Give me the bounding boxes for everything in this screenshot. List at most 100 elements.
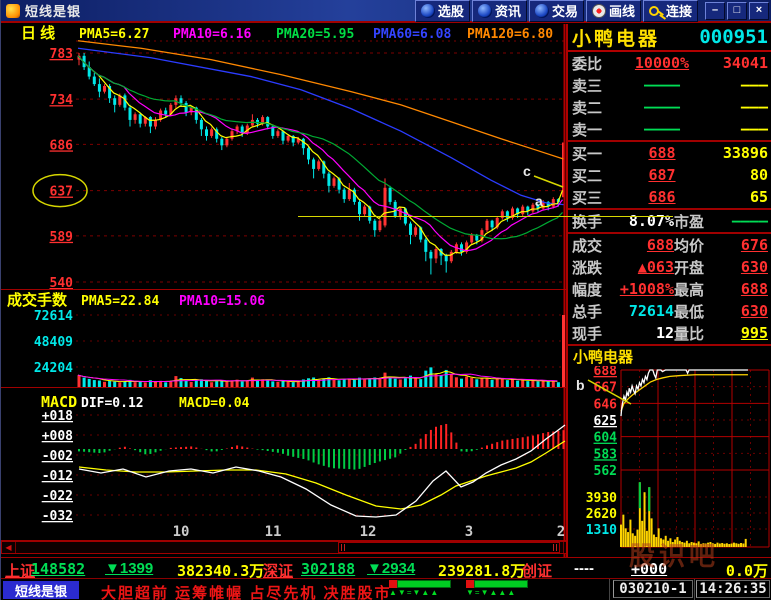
quote-rows: 委比10000%34041卖三———————卖二———————卖一———————… [568, 52, 771, 346]
quote-value-2: ———— [722, 212, 768, 230]
dif-line [79, 425, 565, 517]
thumb-grip [553, 544, 557, 551]
intraday-avg-line [621, 375, 748, 412]
menu-item-label: 选股 [438, 1, 464, 20]
thumb-grip [341, 544, 345, 551]
menu-item-label: 资讯 [495, 1, 521, 20]
quote-row-现手: 现手12量比995 [568, 322, 771, 344]
quote-row-涨跌: 涨跌▲063开盘630 [568, 256, 771, 278]
volume-pane-title: 成交手数 [7, 291, 68, 309]
maximize-button[interactable]: □ [727, 2, 747, 20]
quote-label: 买三 [572, 187, 618, 208]
quote-label: 卖二 [572, 97, 618, 118]
menu-item-1[interactable]: 资讯 [472, 0, 527, 22]
app-icon [6, 4, 20, 18]
scrollbar-thumb[interactable] [338, 542, 560, 553]
xaxis-month-label: 12 [360, 524, 377, 540]
menu-item-label: 连接 [666, 1, 692, 20]
vol-ma10-legend: PMA10=15.06 [179, 294, 265, 309]
ma-line-PMA10 [78, 56, 563, 251]
ma-legend-4: PMA120=6.80 [467, 27, 553, 42]
ma-legend-2: PMA20=5.95 [276, 27, 354, 42]
intraday-price-label: 562 [594, 464, 617, 479]
quote-value-2: 80 [706, 166, 768, 184]
globe-icon [421, 4, 435, 18]
minimize-button[interactable]: – [705, 2, 725, 20]
quote-row-卖三: 卖三——————— [568, 74, 771, 96]
macd-ylabel: -022 [42, 489, 73, 504]
quote-label: 现手 [572, 323, 618, 344]
date-indicator: 030210-1 [613, 580, 693, 598]
quote-value: 8.07% [618, 212, 674, 230]
menu-item-4[interactable]: 连接 [643, 0, 698, 22]
index-item-1: 148582 [31, 560, 85, 578]
market-index-bar: 上证148582▼1399382340.3万深证302188▼293423928… [1, 557, 771, 578]
gauge-triangles: ▲▼=▼▲▲ [389, 588, 451, 598]
candles-layer [78, 53, 566, 274]
daily-chart-canvas: 日 线PMA5=6.27PMA10=6.16PMA20=5.95PMA60=6.… [1, 24, 566, 557]
quote-label-2: 最低 [674, 301, 722, 322]
quote-label: 成交 [572, 235, 618, 256]
intraday-price-label: 583 [594, 447, 617, 462]
intraday-vol-label: 1310 [586, 523, 617, 538]
xaxis-month-label: 11 [265, 524, 282, 540]
quote-row-总手: 总手72614最低630 [568, 300, 771, 322]
quote-row-买一: 买一68833896 [568, 142, 771, 164]
ma-line-PMA120 [78, 41, 565, 160]
quote-value: 12 [618, 324, 674, 342]
quote-value-2: 676 [722, 236, 768, 254]
intraday-price-line [621, 370, 748, 416]
app-window: 短线是银 选股 资讯 交易 画线 连接 – □ × 日 线PMA5=6.27PMA10=… [0, 0, 771, 600]
quote-value-2: 995 [722, 324, 768, 342]
drawn-horizontal-trendline [298, 216, 673, 217]
dea-legend: MACD=0.04 [179, 396, 250, 411]
quote-label: 买一 [572, 143, 618, 164]
annotation-letter-b: b [576, 377, 585, 393]
volume-ylabel: 72614 [34, 309, 73, 324]
price-ylabel: 686 [50, 138, 74, 153]
gauge-green-segment [397, 580, 451, 588]
menu-bar: 选股 资讯 交易 画线 连接 [415, 0, 700, 22]
quote-value-2: 34041 [706, 54, 768, 72]
gauge-triangles: ▼=▼▲▲▲ [466, 588, 528, 598]
quote-value-2: 630 [722, 258, 768, 276]
menu-item-0[interactable]: 选股 [415, 0, 470, 22]
divider [609, 579, 610, 600]
quote-label-2: 最高 [674, 279, 722, 300]
slogan-marquee: 大胆超前 运筹帷幄 占尽先机 决胜股市 [101, 582, 391, 600]
menu-item-label: 画线 [609, 1, 635, 20]
quote-row-委比: 委比10000%34041 [568, 52, 771, 74]
menu-item-3[interactable]: 画线 [586, 0, 641, 22]
quote-row-成交: 成交688均价676 [568, 234, 771, 256]
quote-panel: 小鸭电器 000951 委比10000%34041卖三———————卖二————… [566, 24, 771, 557]
macd-ylabel: +008 [42, 429, 73, 444]
quote-label-2: 均价 [674, 235, 722, 256]
tab-duanxianshiyin[interactable]: 短线是银 [3, 581, 79, 599]
menu-item-label: 交易 [552, 1, 578, 20]
xaxis-month-label: 3 [465, 524, 473, 540]
market-gauge-0: ▲▼=▼▲▲ [389, 580, 451, 598]
quote-label: 买二 [572, 165, 618, 186]
xaxis-month-label: 10 [173, 524, 190, 540]
divider [694, 579, 695, 600]
menu-item-2[interactable]: 交易 [529, 0, 584, 22]
vol-ma5-legend: PMA5=22.84 [81, 294, 159, 309]
intraday-price-label: 688 [594, 366, 618, 379]
index-item-6: ▼2934 [367, 560, 415, 577]
close-button[interactable]: × [749, 2, 769, 20]
quote-value: ▲063 [618, 258, 674, 276]
quote-label: 委比 [572, 53, 618, 74]
xaxis-month-label: 2 [557, 524, 565, 540]
bottom-status-bar: 短线是银 大胆超前 运筹帷幄 占尽先机 决胜股市 030210-1 14:26:… [1, 578, 771, 600]
price-ylabel: 783 [50, 47, 73, 62]
quote-value-2: 688 [722, 280, 768, 298]
ma-legend-3: PMA60=6.08 [373, 27, 451, 42]
scrollbar-left-arrow-icon[interactable]: ◀ [2, 542, 16, 553]
quote-value-2: 33896 [706, 144, 768, 162]
chart-scrollbar[interactable]: ◀ ▶ [1, 541, 578, 554]
window-title: 短线是银 [25, 1, 81, 20]
intraday-chart-canvas: 688667646625604583562393026201310b [568, 366, 771, 558]
quote-value: 687 [618, 166, 706, 184]
quote-value: 686 [618, 188, 706, 206]
period-label: 日 线 [21, 24, 55, 42]
